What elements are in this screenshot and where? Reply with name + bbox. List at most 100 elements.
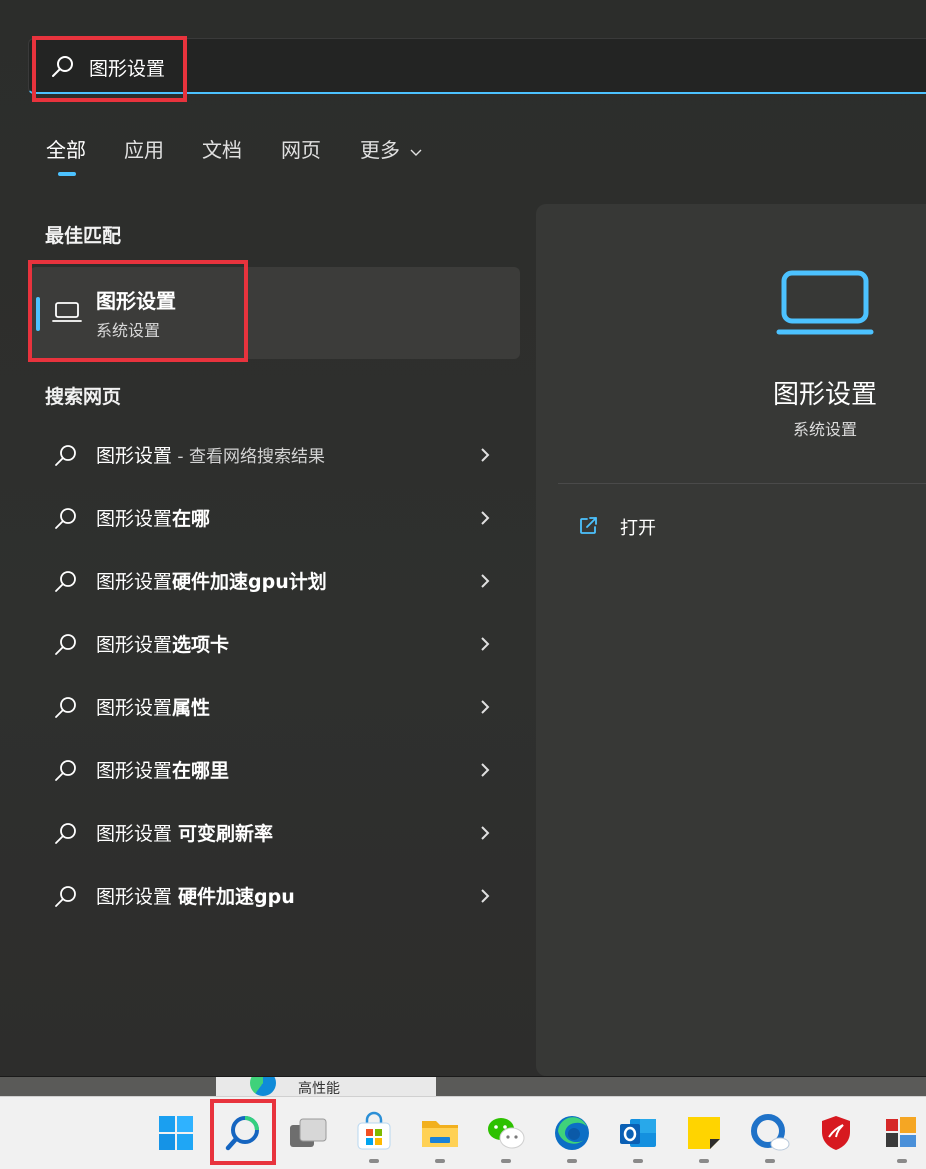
result-bold: 可变刷新率 [178, 823, 274, 845]
running-indicator [699, 1159, 709, 1163]
web-result-text: 图形设置在哪里 [96, 756, 229, 783]
web-result-item[interactable]: 图形设置在哪 [30, 490, 520, 546]
web-result-item[interactable]: 图形设置在哪里 [30, 742, 520, 798]
result-prefix: 图形设置 [96, 634, 173, 656]
outlook-icon [620, 1119, 656, 1147]
web-result-item[interactable]: 图形设置 硬件加速gpu [30, 868, 520, 924]
selection-indicator [36, 297, 40, 331]
tab-label: 文档 [202, 138, 242, 162]
open-action[interactable]: 打开 [620, 514, 656, 540]
tab-active-indicator [58, 172, 76, 176]
quick-assist-button[interactable] [748, 1111, 792, 1163]
edge-button[interactable] [550, 1111, 594, 1163]
sticky-notes-icon [688, 1117, 720, 1149]
tab-label: 全部 [46, 138, 86, 162]
outlook-button[interactable] [616, 1111, 660, 1163]
chevron-right-icon [481, 637, 490, 651]
running-indicator [897, 1159, 907, 1163]
web-result-text: 图形设置属性 [96, 693, 210, 720]
quickassist-icon [751, 1114, 790, 1151]
chevron-right-icon [481, 763, 490, 777]
microsoft-store-button[interactable] [352, 1111, 396, 1163]
background-text: 高性能 [298, 1081, 340, 1097]
search-icon [55, 508, 76, 529]
result-prefix: 图形设置 [96, 508, 173, 530]
chevron-right-icon [481, 574, 490, 588]
task-view-button[interactable] [286, 1111, 330, 1155]
running-indicator [633, 1159, 643, 1163]
tab-all[interactable]: 全部 [46, 134, 86, 163]
search-icon [55, 823, 76, 844]
result-bold: 在哪 [172, 508, 211, 530]
result-prefix: 图形设置 [96, 445, 173, 467]
tab-label: 网页 [281, 138, 321, 162]
search-web-heading: 搜索网页 [45, 386, 122, 408]
search-icon [55, 571, 76, 592]
result-prefix: 图形设置 [96, 886, 179, 908]
web-result-item[interactable]: 图形设置 可变刷新率 [30, 805, 520, 861]
tab-documents[interactable]: 文档 [202, 134, 242, 163]
web-result-text: 图形设置 - 查看网络搜索结果 [96, 441, 325, 468]
result-bold: 属性 [172, 697, 211, 719]
sticky-notes-button[interactable] [682, 1111, 726, 1163]
laptop-icon [776, 270, 874, 335]
chevron-right-icon [481, 448, 490, 462]
tab-more[interactable]: 更多 [360, 134, 422, 163]
file-explorer-icon [422, 1121, 458, 1147]
detail-subtitle: 系统设置 [792, 420, 857, 439]
search-icon [55, 634, 76, 655]
task-view-icon [290, 1118, 327, 1147]
best-match-heading: 最佳匹配 [45, 225, 122, 247]
web-result-text: 图形设置 可变刷新率 [96, 819, 273, 846]
search-icon [55, 445, 76, 466]
wechat-icon [488, 1118, 525, 1149]
taskbar-search-button[interactable] [220, 1111, 264, 1155]
running-indicator [435, 1159, 445, 1163]
detail-panel: 图形设置 系统设置 打开 [536, 204, 926, 1076]
file-explorer-button[interactable] [418, 1111, 462, 1163]
chevron-right-icon [481, 511, 490, 525]
search-box[interactable] [28, 38, 926, 94]
best-match-title: 图形设置 [96, 289, 176, 313]
search-icon [225, 1116, 259, 1151]
running-indicator [765, 1159, 775, 1163]
result-prefix: 图形设置 [96, 823, 179, 845]
running-indicator [567, 1159, 577, 1163]
running-indicator [501, 1159, 511, 1163]
edge-icon [555, 1116, 589, 1150]
best-match-item[interactable]: 图形设置 系统设置 [30, 267, 520, 359]
search-icon [55, 760, 76, 781]
app-button[interactable] [880, 1111, 924, 1163]
web-result-text: 图形设置在哪 [96, 504, 210, 531]
laptop-icon [52, 302, 82, 322]
web-result-text: 图形设置选项卡 [96, 630, 229, 657]
web-result-item[interactable]: 图形设置 - 查看网络搜索结果 [30, 427, 520, 483]
chevron-right-icon [481, 700, 490, 714]
divider [558, 483, 926, 484]
web-result-item[interactable]: 图形设置属性 [30, 679, 520, 735]
search-icon [55, 886, 76, 907]
web-result-text: 图形设置 硬件加速gpu [96, 882, 295, 909]
microsoft-store-icon [357, 1111, 391, 1150]
detail-title: 图形设置 [772, 380, 877, 410]
chevron-right-icon [481, 889, 490, 903]
tab-web[interactable]: 网页 [281, 134, 321, 163]
wechat-button[interactable] [484, 1111, 528, 1163]
search-input[interactable] [87, 51, 791, 83]
msi-icon [822, 1116, 850, 1150]
start-icon [159, 1116, 193, 1150]
web-result-item[interactable]: 图形设置选项卡 [30, 616, 520, 672]
open-external-icon[interactable] [578, 516, 598, 536]
result-prefix: 图形设置 [96, 697, 173, 719]
running-indicator [369, 1159, 379, 1163]
web-result-item[interactable]: 图形设置硬件加速gpu计划 [30, 553, 520, 609]
tab-apps[interactable]: 应用 [124, 134, 164, 163]
taskbar [0, 1096, 926, 1169]
start-button[interactable] [154, 1111, 198, 1155]
search-icon [52, 56, 73, 77]
result-bold: 选项卡 [172, 634, 230, 656]
tab-label: 更多 [360, 138, 400, 162]
result-bold: 在哪里 [172, 760, 230, 782]
result-bold: 硬件加速gpu [178, 886, 295, 908]
msi-button[interactable] [814, 1111, 858, 1155]
